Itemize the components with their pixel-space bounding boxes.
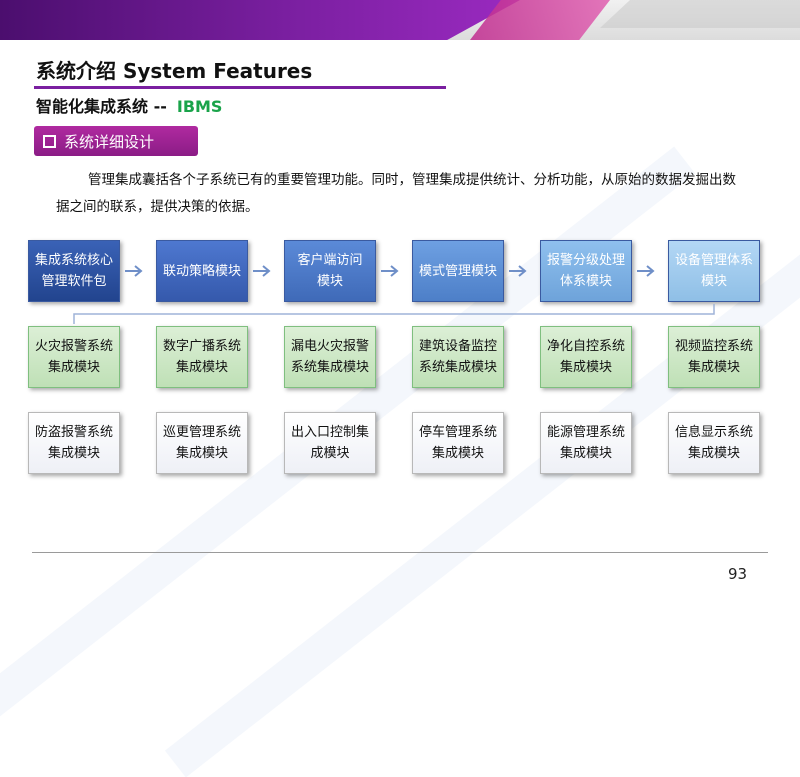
section-tag-label: 系统详细设计 bbox=[64, 132, 155, 151]
module-node-line2: 集成模块 bbox=[559, 446, 612, 461]
module-node-line1: 设备管理体系 bbox=[674, 253, 753, 268]
module-node: 停车管理系统 集成模块 bbox=[412, 412, 504, 474]
module-node-line1: 巡更管理系统 bbox=[162, 425, 241, 440]
module-node-line2: 集成模块 bbox=[687, 360, 740, 375]
module-node-line2: 集成模块 bbox=[687, 446, 740, 461]
module-node-line2: 集成模块 bbox=[431, 446, 484, 461]
module-node: 漏电火灾报警 系统集成模块 bbox=[284, 326, 376, 388]
footer-divider bbox=[32, 552, 768, 553]
module-node-line2: 模块 bbox=[316, 274, 343, 289]
gray-banner-stripe bbox=[600, 0, 800, 28]
module-node-line2: 体系模块 bbox=[559, 274, 612, 289]
description-paragraph: 管理集成囊括各个子系统已有的重要管理功能。同时，管理集成提供统计、分析功能，从原… bbox=[56, 172, 736, 215]
module-node-line2: 成模块 bbox=[310, 446, 350, 461]
module-node-line1: 防盗报警系统 bbox=[34, 425, 113, 440]
title-underline bbox=[34, 86, 446, 89]
module-node-line2: 集成模块 bbox=[175, 360, 228, 375]
module-node: 防盗报警系统 集成模块 bbox=[28, 412, 120, 474]
module-node: 联动策略模块 bbox=[156, 240, 248, 302]
purple-banner-shape bbox=[0, 0, 520, 40]
row-connector-line bbox=[73, 304, 715, 324]
subtitle-acronym: IBMS bbox=[176, 97, 223, 116]
module-node: 数字广播系统 集成模块 bbox=[156, 326, 248, 388]
module-node-line1: 数字广播系统 bbox=[162, 339, 241, 354]
module-diagram: 集成系统核心 管理软件包 联动策略模块 客户端访问模块 模式管理模块 报警分级处理 体系模块… bbox=[28, 240, 772, 480]
module-node-line2: 管理软件包 bbox=[41, 274, 107, 289]
module-node: 建筑设备监控 系统集成模块 bbox=[412, 326, 504, 388]
page-subtitle: 智能化集成系统 -- IBMS bbox=[36, 93, 222, 117]
module-node-line1: 视频监控系统 bbox=[674, 339, 753, 354]
module-node: 报警分级处理 体系模块 bbox=[540, 240, 632, 302]
module-node-line1: 出入口控制集 bbox=[290, 425, 369, 440]
module-node: 净化自控系统 集成模块 bbox=[540, 326, 632, 388]
section-tag: 系统详细设计 bbox=[34, 126, 198, 156]
module-node: 信息显示系统 集成模块 bbox=[668, 412, 760, 474]
module-node-line2: 系统集成模块 bbox=[418, 360, 497, 375]
module-node-line1: 客户端访问 bbox=[297, 253, 363, 268]
module-node-line1: 模式管理模块 bbox=[418, 263, 497, 279]
module-node-line1: 停车管理系统 bbox=[418, 425, 497, 440]
module-node: 火灾报警系统 集成模块 bbox=[28, 326, 120, 388]
module-node: 出入口控制集 成模块 bbox=[284, 412, 376, 474]
module-node-line1: 净化自控系统 bbox=[546, 339, 625, 354]
module-node: 巡更管理系统 集成模块 bbox=[156, 412, 248, 474]
module-node-line1: 信息显示系统 bbox=[674, 425, 753, 440]
module-node: 模式管理模块 bbox=[412, 240, 504, 302]
module-node-line2: 集成模块 bbox=[559, 360, 612, 375]
module-node-line2: 集成模块 bbox=[175, 446, 228, 461]
flow-arrow-icon bbox=[637, 265, 655, 277]
module-node-line1: 能源管理系统 bbox=[546, 425, 625, 440]
module-node-line2: 集成模块 bbox=[47, 446, 100, 461]
module-node: 视频监控系统 集成模块 bbox=[668, 326, 760, 388]
page-number: 93 bbox=[728, 565, 748, 583]
flow-arrow-icon bbox=[381, 265, 399, 277]
flow-arrow-icon bbox=[509, 265, 527, 277]
module-node-line2: 模块 bbox=[700, 274, 727, 289]
page-title: 系统介绍 System Features bbox=[36, 59, 313, 83]
module-node: 客户端访问 模块 bbox=[284, 240, 376, 302]
module-node-line1: 联动策略模块 bbox=[162, 263, 241, 279]
flow-arrow-icon bbox=[125, 265, 143, 277]
module-node-line1: 漏电火灾报警 bbox=[290, 339, 369, 354]
square-bullet-icon bbox=[43, 134, 56, 148]
top-decorative-band bbox=[0, 0, 800, 40]
module-node-line2: 集成模块 bbox=[47, 360, 100, 375]
module-node: 设备管理体系 模块 bbox=[668, 240, 760, 302]
module-node-line1: 集成系统核心 bbox=[34, 253, 113, 268]
subtitle-main: 智能化集成系统 -- bbox=[36, 97, 167, 116]
module-node-line2: 系统集成模块 bbox=[290, 360, 369, 375]
flow-arrow-icon bbox=[253, 265, 271, 277]
module-node: 能源管理系统 集成模块 bbox=[540, 412, 632, 474]
module-node-line1: 报警分级处理 bbox=[546, 253, 625, 268]
module-node-line1: 建筑设备监控 bbox=[418, 339, 497, 354]
module-node: 集成系统核心 管理软件包 bbox=[28, 240, 120, 302]
module-node-line1: 火灾报警系统 bbox=[34, 339, 113, 354]
